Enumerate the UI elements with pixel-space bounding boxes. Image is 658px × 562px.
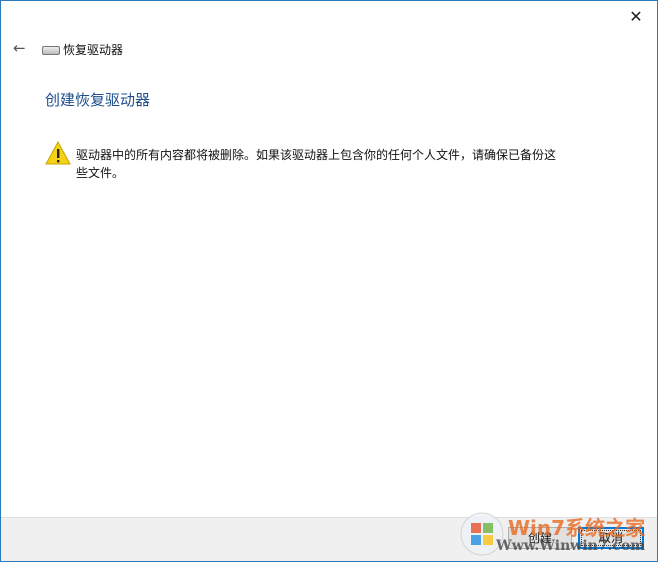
warning-icon: [45, 141, 71, 165]
page-heading: 创建恢复驱动器: [45, 91, 151, 109]
recovery-drive-window: ✕ ← 恢复驱动器 创建恢复驱动器 驱动器中的所有内容都将被删除。如果该驱动器上…: [0, 0, 658, 562]
cancel-button[interactable]: 取消: [578, 527, 644, 549]
window-title: 恢复驱动器: [63, 43, 124, 57]
back-button[interactable]: ←: [13, 39, 26, 57]
drive-icon: [42, 46, 60, 55]
create-button[interactable]: 创建: [508, 527, 572, 549]
close-button[interactable]: ✕: [625, 7, 647, 27]
warning-message: 驱动器中的所有内容都将被删除。如果该驱动器上包含你的任何个人文件，请确保已备份这…: [76, 148, 557, 180]
